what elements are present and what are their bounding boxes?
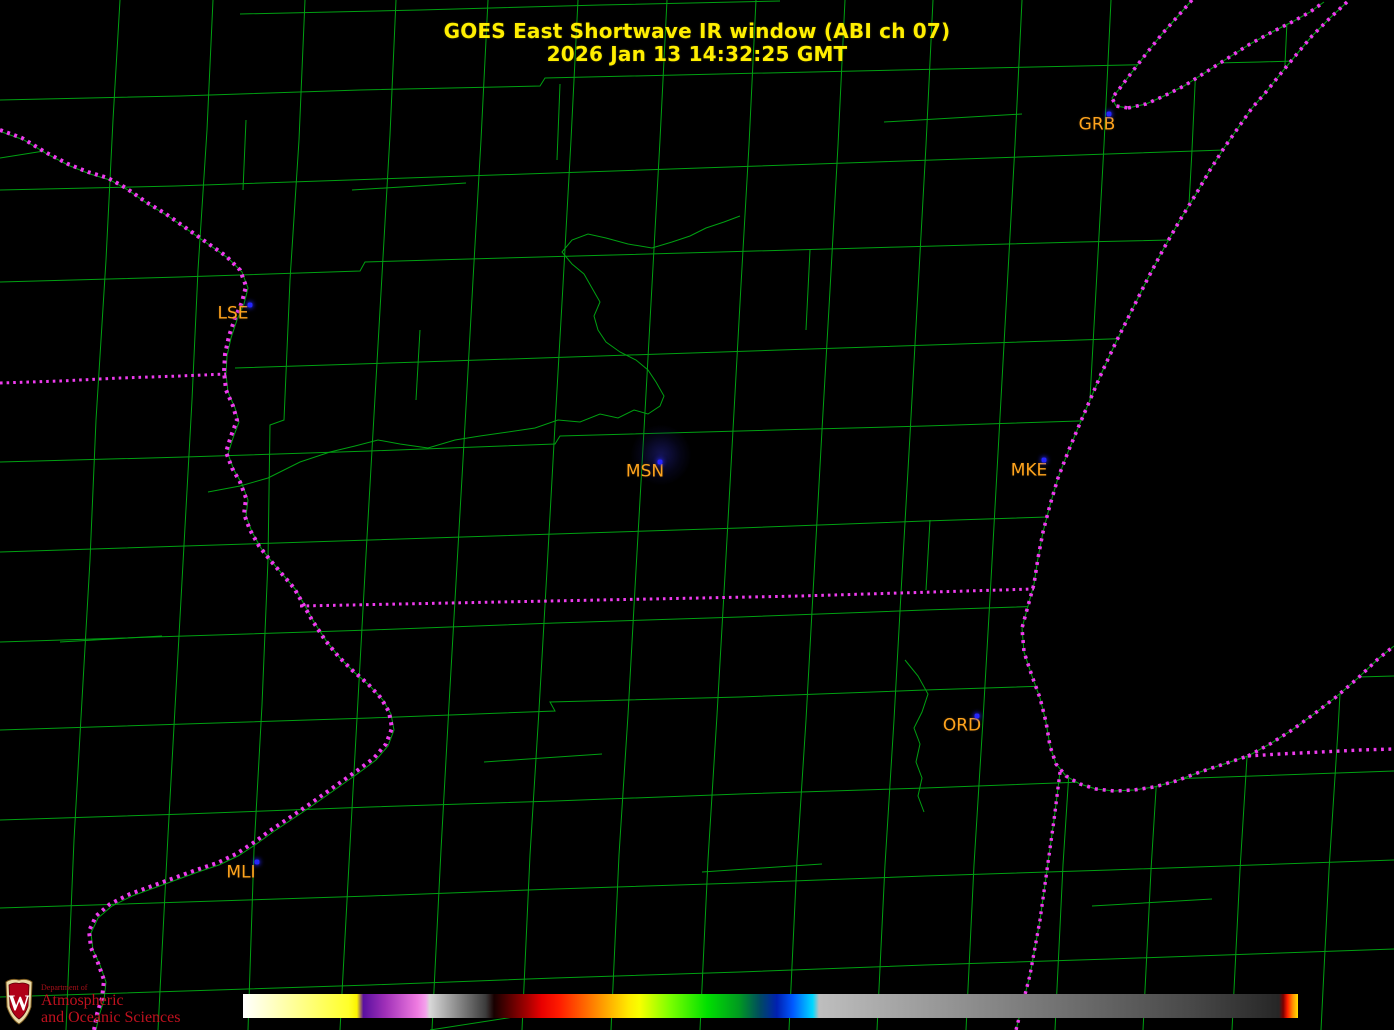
station-dot-ord	[975, 714, 980, 719]
image-timestamp: 2026 Jan 13 14:32:25 GMT	[0, 43, 1394, 66]
logo-line-1: Atmospheric	[41, 992, 180, 1009]
county-boundary-line	[0, 151, 44, 158]
county-boundary-line	[240, 1, 780, 14]
county-boundary-line	[0, 145, 1394, 190]
county-boundary-line	[905, 660, 928, 812]
map-overlay-svg	[0, 0, 1394, 1030]
image-title: GOES East Shortwave IR window (ABI ch 07…	[0, 20, 1394, 43]
county-boundary-line	[877, 0, 933, 1030]
svg-text:W: W	[8, 990, 30, 1015]
station-dot-msn	[658, 460, 663, 465]
county-boundary-line	[884, 114, 1022, 122]
station-label-mli: MLI	[226, 865, 255, 882]
county-boundary-line	[352, 183, 466, 190]
station-label-lse: LSE	[217, 306, 248, 323]
county-boundary-line	[966, 0, 1022, 1030]
station-label-mke: MKE	[1011, 463, 1048, 480]
station-dot-mke	[1042, 458, 1047, 463]
aos-logo: W Department of Atmospheric and Oceanic …	[3, 977, 180, 1027]
uw-crest-icon: W	[3, 977, 35, 1027]
county-boundary-line	[522, 0, 578, 1030]
station-dot-lse	[248, 303, 253, 308]
county-boundary-line	[416, 330, 420, 400]
state-border-il-in-dotted-border	[1016, 772, 1060, 1030]
logo-dept-line: Department of	[41, 983, 180, 992]
county-boundary-line	[557, 84, 560, 160]
station-dot-mli	[255, 860, 260, 865]
station-label-grb: GRB	[1079, 117, 1116, 134]
shoreline-county-line	[1016, 772, 1060, 1030]
county-boundary-line	[1092, 899, 1212, 906]
county-boundary-line	[702, 864, 822, 872]
state-border-wi-il-dotted-border	[300, 589, 1034, 606]
satellite-image-viewport: GOES East Shortwave IR window (ABI ch 07…	[0, 0, 1394, 1030]
county-boundary-line	[66, 0, 120, 1030]
county-boundary-line	[0, 771, 1394, 820]
station-dot-grb	[1107, 112, 1112, 117]
logo-line-2: and Oceanic Sciences	[41, 1009, 180, 1026]
county-boundary-line	[0, 949, 1394, 997]
county-boundary-line	[432, 0, 488, 1030]
county-boundary-line	[484, 754, 602, 762]
mississippi-river-dotted-border	[0, 130, 392, 1030]
county-boundary-line	[700, 0, 756, 1030]
station-label-ord: ORD	[943, 718, 981, 735]
county-boundary-line	[789, 0, 845, 1030]
county-boundary-line	[806, 250, 810, 330]
station-label-msn: MSN	[626, 464, 664, 481]
state-border-in-mi-dotted-border	[1248, 749, 1394, 756]
temperature-colorbar	[243, 994, 1298, 1018]
county-boundary-line	[60, 636, 162, 642]
county-boundary-line	[926, 520, 930, 590]
county-boundary-line	[248, 0, 305, 1030]
county-boundary-line	[340, 0, 396, 1030]
county-boundary-line	[243, 120, 246, 190]
state-border-mn-ia-dotted-border	[0, 374, 226, 383]
logo-text: Department of Atmospheric and Oceanic Sc…	[41, 977, 180, 1026]
image-title-block: GOES East Shortwave IR window (ABI ch 07…	[0, 20, 1394, 66]
county-boundary-line	[611, 0, 667, 1030]
